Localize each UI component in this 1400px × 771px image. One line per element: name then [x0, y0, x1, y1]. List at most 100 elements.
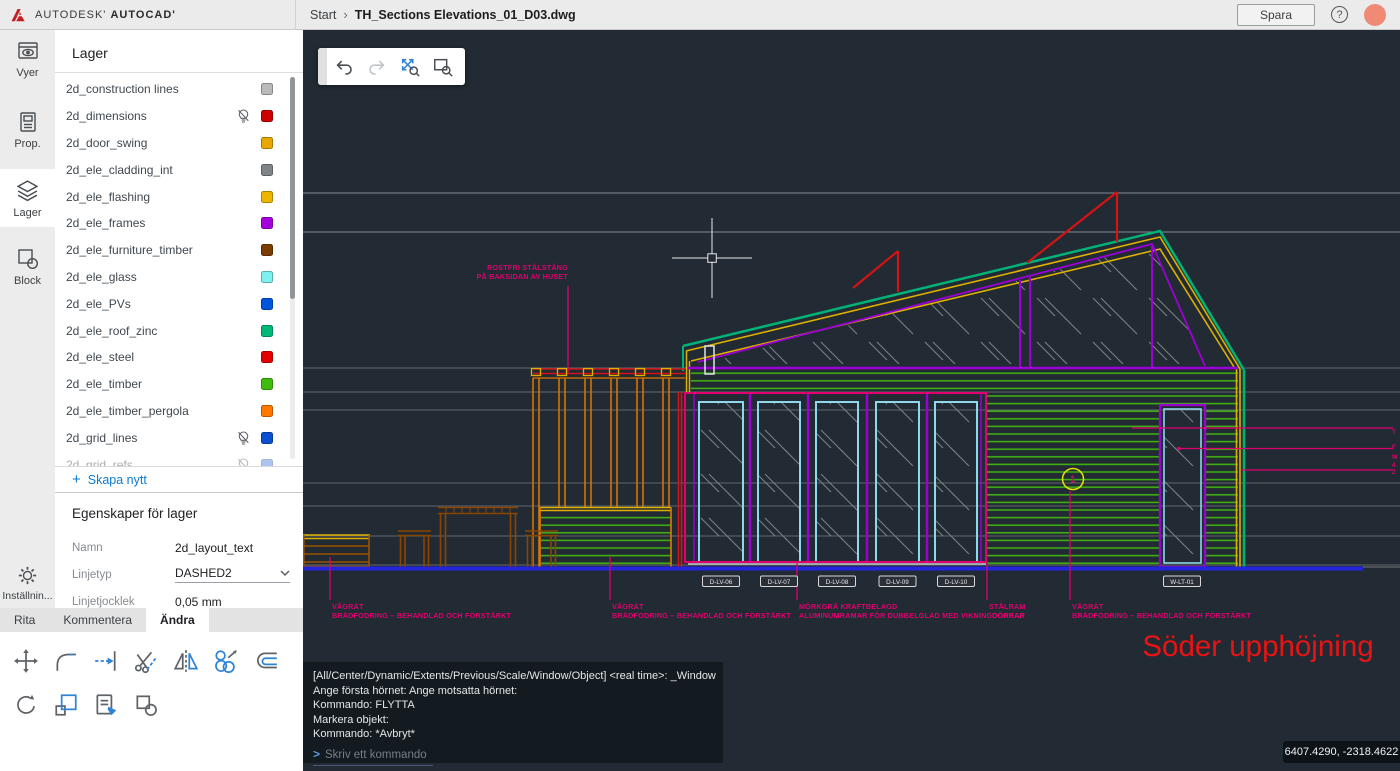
layer-row[interactable]: 2d_ele_timber: [55, 371, 303, 398]
layer-hidden-bulb-icon[interactable]: [237, 457, 250, 466]
fillet-tool-button[interactable]: [46, 644, 86, 678]
lineweight-value[interactable]: 0,05 mm: [175, 595, 222, 609]
command-console[interactable]: [All/Center/Dynamic/Extents/Previous/Sca…: [303, 662, 723, 766]
layer-hidden-bulb-icon[interactable]: [237, 109, 250, 123]
layer-row[interactable]: 2d_ele_PVs: [55, 290, 303, 317]
linetype-dropdown[interactable]: DASHED2: [175, 566, 290, 583]
save-button[interactable]: Spara: [1236, 3, 1315, 26]
redo-button[interactable]: [360, 50, 393, 83]
move-tool-button[interactable]: [6, 644, 46, 678]
layer-row[interactable]: 2d_ele_furniture_timber: [55, 237, 303, 264]
layer-color-swatch[interactable]: [261, 83, 273, 96]
toolbar-drag-handle[interactable]: [318, 48, 327, 85]
document-title[interactable]: TH_Sections Elevations_01_D03.dwg: [355, 8, 576, 22]
rail-item-views[interactable]: Vyer: [0, 30, 55, 87]
rotate-tool-button[interactable]: [6, 688, 46, 722]
layer-row[interactable]: 2d_grid_refs: [55, 451, 303, 466]
layer-name: 2d_ele_cladding_int: [66, 162, 173, 177]
layer-color-swatch[interactable]: [261, 324, 273, 337]
brand: AUTODESK' AUTOCAD': [0, 7, 295, 23]
property-row-linetype: Linjetyp DASHED2: [72, 561, 303, 588]
breadcrumb-start[interactable]: Start: [310, 8, 336, 22]
layer-color-swatch[interactable]: [261, 163, 273, 176]
layer-color-swatch[interactable]: [261, 431, 273, 444]
svg-text:D-LV-08: D-LV-08: [826, 579, 849, 586]
svg-text:4: 4: [1392, 463, 1396, 469]
layer-color-swatch[interactable]: [261, 136, 273, 149]
layer-color-swatch[interactable]: [261, 244, 273, 257]
svg-text:STÅLRAM: STÅLRAM: [989, 602, 1026, 611]
svg-text:W: W: [1392, 455, 1398, 461]
layer-color-swatch[interactable]: [261, 270, 273, 283]
user-avatar[interactable]: [1364, 3, 1386, 26]
layer-color-swatch[interactable]: [261, 110, 273, 123]
help-icon[interactable]: ?: [1331, 6, 1348, 23]
create-block-tool-button[interactable]: [126, 688, 166, 722]
layer-row[interactable]: 2d_ele_glass: [55, 264, 303, 291]
layer-color-swatch[interactable]: [261, 190, 273, 203]
layer-visibility-toggle[interactable]: [237, 457, 251, 466]
planter: [303, 534, 370, 568]
zoom-window-button[interactable]: [426, 50, 459, 83]
layer-row[interactable]: 2d_ele_timber_pergola: [55, 398, 303, 425]
extend-tool-button[interactable]: [86, 644, 126, 678]
svg-text:D-LV-10: D-LV-10: [945, 579, 968, 586]
console-line: Kommando: FLYTTA: [313, 699, 415, 712]
layer-name: 2d_dimensions: [66, 109, 147, 124]
scrollbar-thumb[interactable]: [290, 77, 295, 299]
views-icon: [17, 42, 38, 59]
layer-row[interactable]: 2d_grid_lines: [55, 424, 303, 451]
layer-row[interactable]: 2d_ele_roof_zinc: [55, 317, 303, 344]
create-layer-button[interactable]: + Skapa nytt: [55, 466, 303, 493]
layer-name-value[interactable]: 2d_layout_text: [175, 541, 253, 555]
undo-button[interactable]: [327, 50, 360, 83]
material-annotations: VÅGRÄT BRÄDFODRING – BEHANDLAD OCH FÖRST…: [332, 602, 1251, 620]
right-door: [1158, 403, 1207, 569]
drawing-canvas[interactable]: 1 T F W 4 Z ROSTFRI STÅLSTÅNG PÅ BAKSIDA…: [303, 30, 1400, 771]
layer-color-swatch[interactable]: [261, 351, 273, 364]
layer-row[interactable]: 2d_ele_flashing: [55, 183, 303, 210]
mirror-tool-button[interactable]: [166, 644, 206, 678]
layer-visibility-toggle[interactable]: [237, 431, 251, 445]
layer-color-swatch[interactable]: [261, 378, 273, 391]
layer-row[interactable]: 2d_ele_frames: [55, 210, 303, 237]
scale-tool-button[interactable]: [46, 688, 86, 722]
rail-item-block[interactable]: Block: [0, 238, 55, 295]
layer-row[interactable]: 2d_dimensions: [55, 103, 303, 130]
trim-tool-button[interactable]: [126, 644, 166, 678]
match-properties-tool-button[interactable]: [86, 688, 126, 722]
rail-item-settings[interactable]: Inställnin...: [0, 564, 55, 602]
topbar-actions: Spara ?: [1236, 3, 1400, 26]
layer-hidden-bulb-icon[interactable]: [237, 431, 250, 445]
layers-panel: Lager 2d_construction lines 2d_dimensions…: [55, 30, 303, 609]
layer-row[interactable]: 2d_ele_steel: [55, 344, 303, 371]
layer-row[interactable]: 2d_door_swing: [55, 130, 303, 157]
layer-color-swatch[interactable]: [261, 458, 273, 466]
layer-properties-title: Egenskaper för lager: [72, 506, 198, 521]
layer-color-swatch[interactable]: [261, 404, 273, 417]
tab-draw[interactable]: Rita: [0, 608, 49, 632]
top-bar: AUTODESK' AUTOCAD' Start › TH_Sections E…: [0, 0, 1400, 30]
layer-name: 2d_ele_timber_pergola: [66, 403, 189, 418]
tab-annotate[interactable]: Kommentera: [49, 608, 146, 632]
command-placeholder: Skriv ett kommando: [325, 748, 427, 761]
cad-drawing: 1 T F W 4 Z ROSTFRI STÅLSTÅNG PÅ BAKSIDA…: [303, 191, 1400, 663]
svg-text:BRÄDFODRING – BEHANDLAD OCH FÖ: BRÄDFODRING – BEHANDLAD OCH FÖRSTÄRKT: [612, 611, 792, 620]
offset-tool-button[interactable]: [246, 644, 286, 678]
layer-color-swatch[interactable]: [261, 217, 273, 230]
bottom-dock: Rita Kommentera Ändra: [0, 608, 303, 771]
svg-text:D-LV-06: D-LV-06: [710, 579, 733, 586]
zoom-extents-button[interactable]: [393, 50, 426, 83]
tab-modify[interactable]: Ändra: [146, 608, 209, 632]
console-line: Ange första hörnet: Ange motsatta hörnet…: [313, 684, 518, 697]
command-input[interactable]: > Skriv ett kommando: [313, 745, 433, 766]
rail-item-properties[interactable]: Prop.: [0, 101, 55, 158]
rail-item-layers[interactable]: Lager: [0, 169, 55, 227]
copy-tool-button[interactable]: [206, 644, 246, 678]
layer-row[interactable]: 2d_construction lines: [55, 76, 303, 103]
svg-text:PÅ BAKSIDAN AV HUSET: PÅ BAKSIDAN AV HUSET: [477, 272, 569, 281]
layer-row[interactable]: 2d_ele_cladding_int: [55, 156, 303, 183]
layer-visibility-toggle[interactable]: [237, 109, 251, 123]
layer-color-swatch[interactable]: [261, 297, 273, 310]
layer-list-scrollbar[interactable]: [290, 77, 295, 459]
